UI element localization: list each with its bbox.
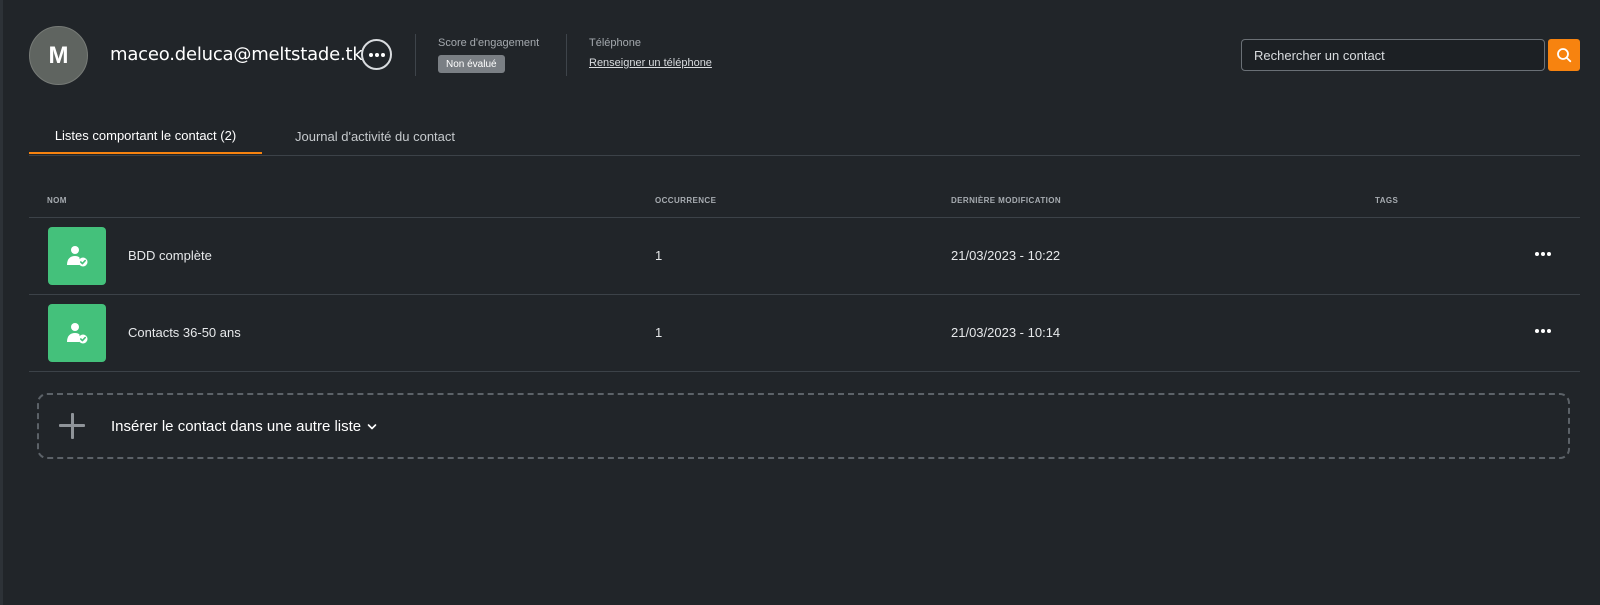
last-modified-value: 21/03/2023 - 10:22 — [951, 248, 1061, 263]
list-icon — [48, 227, 106, 285]
row-more-button[interactable] — [1535, 329, 1551, 333]
contact-email: maceo.deluca@meltstade.tk — [110, 44, 363, 65]
tab-lists[interactable]: Listes comportant le contact (2) — [29, 119, 262, 154]
add-to-list-button[interactable]: Insérer le contact dans une autre liste — [37, 393, 1570, 459]
more-horizontal-icon — [1535, 252, 1539, 256]
column-header-name: NOM — [47, 196, 67, 205]
occurrence-value: 1 — [655, 325, 663, 340]
header-divider — [566, 34, 567, 76]
chevron-down-icon — [367, 424, 377, 430]
header-divider — [415, 34, 416, 76]
tab-activity-log[interactable]: Journal d'activité du contact — [275, 119, 475, 154]
add-phone-link[interactable]: Renseigner un téléphone — [589, 57, 712, 69]
user-check-icon — [67, 246, 88, 267]
occurrence-value: 1 — [655, 248, 663, 263]
contact-more-button[interactable] — [361, 39, 392, 70]
more-horizontal-icon — [368, 52, 385, 57]
plus-icon — [59, 413, 85, 439]
last-modified-value: 21/03/2023 - 10:14 — [951, 325, 1061, 340]
engagement-score-label: Score d'engagement — [438, 37, 540, 49]
column-header-occurrence: OCCURRENCE — [655, 196, 717, 205]
list-icon — [48, 304, 106, 362]
contact-search-input[interactable]: Rechercher un contact — [1241, 39, 1545, 71]
add-to-list-label: Insérer le contact dans une autre liste — [111, 418, 362, 435]
search-placeholder: Rechercher un contact — [1254, 47, 1385, 63]
list-name[interactable]: BDD complète — [128, 248, 212, 263]
contact-header: M maceo.deluca@meltstade.tk Score d'enga… — [0, 0, 1600, 110]
table-row[interactable]: BDD complète 1 21/03/2023 - 10:22 — [29, 218, 1580, 295]
avatar: M — [29, 26, 88, 85]
search-button[interactable] — [1548, 39, 1580, 71]
phone-label: Téléphone — [589, 37, 641, 49]
engagement-score-badge: Non évalué — [438, 55, 505, 73]
lists-table: NOM OCCURRENCE DERNIÈRE MODIFICATION TAG… — [29, 185, 1580, 372]
user-check-icon — [67, 323, 88, 344]
contact-tabs: Listes comportant le contact (2) Journal… — [29, 119, 1580, 156]
more-horizontal-icon — [1535, 329, 1539, 333]
search-icon — [1557, 48, 1572, 63]
column-header-tags: TAGS — [1375, 196, 1399, 205]
table-header: NOM OCCURRENCE DERNIÈRE MODIFICATION TAG… — [29, 185, 1580, 218]
table-row[interactable]: Contacts 36-50 ans 1 21/03/2023 - 10:14 — [29, 295, 1580, 372]
column-header-last-modified: DERNIÈRE MODIFICATION — [951, 196, 1062, 205]
row-more-button[interactable] — [1535, 252, 1551, 256]
list-name[interactable]: Contacts 36-50 ans — [128, 325, 241, 340]
